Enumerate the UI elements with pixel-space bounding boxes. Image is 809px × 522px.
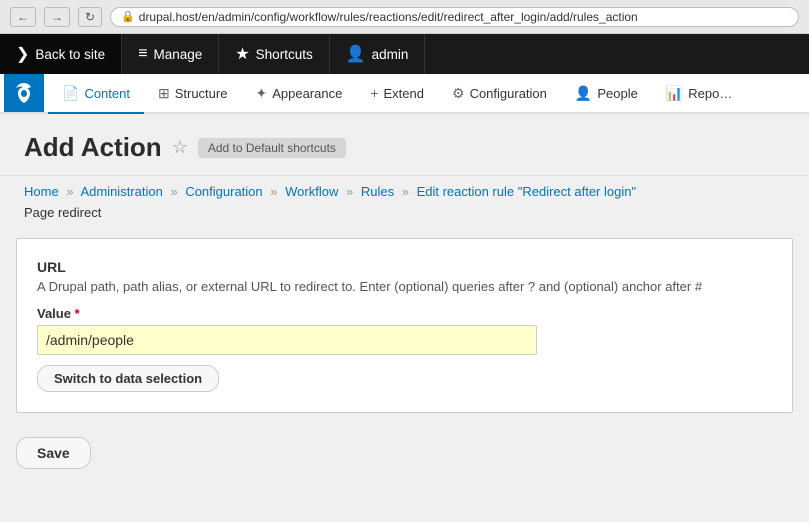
- breadcrumb-edit-rule[interactable]: Edit reaction rule "Redirect after login…: [417, 184, 637, 199]
- user-icon: 👤: [346, 44, 366, 64]
- nav-content[interactable]: 📄 Content: [48, 74, 144, 114]
- sep3: »: [270, 184, 277, 199]
- admin-label: admin: [372, 47, 409, 62]
- url-field-description: A Drupal path, path alias, or external U…: [37, 279, 772, 294]
- sep5: »: [402, 184, 409, 199]
- nav-configuration[interactable]: ⚙ Configuration: [438, 74, 561, 114]
- menu-icon: ≡: [138, 45, 147, 63]
- browser-chrome: ← → ↻ 🔒 drupal.host/en/admin/config/work…: [0, 0, 809, 34]
- sep2: »: [170, 184, 177, 199]
- admin-toolbar: ❯ Back to site ≡ Manage ★ Shortcuts 👤 ad…: [0, 34, 809, 74]
- people-icon: 👤: [575, 85, 592, 102]
- breadcrumb-workflow[interactable]: Workflow: [285, 184, 338, 199]
- structure-icon: ⊞: [158, 85, 170, 102]
- nav-people-label: People: [597, 86, 637, 101]
- value-label: Value *: [37, 306, 772, 321]
- admin-user-button[interactable]: 👤 admin: [330, 34, 426, 74]
- lock-icon: 🔒: [121, 10, 135, 23]
- back-button[interactable]: ←: [10, 7, 36, 27]
- nav-people[interactable]: 👤 People: [561, 74, 652, 114]
- star-toolbar-icon: ★: [235, 44, 249, 64]
- shortcuts-button[interactable]: ★ Shortcuts: [219, 34, 329, 74]
- save-area: Save: [0, 433, 809, 489]
- nav-appearance[interactable]: ✦ Appearance: [241, 74, 356, 114]
- breadcrumb-administration[interactable]: Administration: [80, 184, 162, 199]
- required-star: *: [75, 306, 80, 321]
- page-title: Add Action: [24, 132, 162, 163]
- url-field-label: URL: [37, 259, 772, 275]
- nav-extend-label: Extend: [384, 86, 424, 101]
- back-to-site-label: Back to site: [35, 47, 105, 62]
- manage-button[interactable]: ≡ Manage: [122, 34, 219, 74]
- favorite-icon[interactable]: ☆: [172, 137, 188, 158]
- reports-icon: 📊: [666, 85, 683, 102]
- nav-structure-label: Structure: [175, 86, 228, 101]
- breadcrumb-rules[interactable]: Rules: [361, 184, 394, 199]
- refresh-button[interactable]: ↻: [78, 7, 102, 27]
- url-text: drupal.host/en/admin/config/workflow/rul…: [139, 10, 638, 24]
- drupal-logo-svg: [12, 81, 36, 105]
- sep4: »: [346, 184, 353, 199]
- nav-config-label: Configuration: [470, 86, 547, 101]
- form-card: URL A Drupal path, path alias, or extern…: [16, 238, 793, 413]
- save-button[interactable]: Save: [16, 437, 91, 469]
- breadcrumb-home[interactable]: Home: [24, 184, 59, 199]
- url-value-input[interactable]: [37, 325, 537, 355]
- nav-reports-label: Repo…: [688, 86, 732, 101]
- nav-content-label: Content: [84, 86, 130, 101]
- breadcrumb-configuration[interactable]: Configuration: [185, 184, 262, 199]
- sep1: »: [66, 184, 73, 199]
- nav-structure[interactable]: ⊞ Structure: [144, 74, 241, 114]
- manage-label: Manage: [154, 47, 203, 62]
- page-content: Add Action ☆ Add to Default shortcuts Ho…: [0, 114, 809, 489]
- back-to-site-button[interactable]: ❯ Back to site: [0, 34, 122, 74]
- page-title-bar: Add Action ☆ Add to Default shortcuts: [0, 114, 809, 176]
- drupal-icon: ❯: [16, 44, 29, 64]
- nav-extend[interactable]: + Extend: [356, 74, 438, 114]
- config-icon: ⚙: [452, 85, 465, 102]
- content-icon: 📄: [62, 85, 79, 102]
- page-redirect-label: Page redirect: [0, 203, 809, 230]
- breadcrumb: Home » Administration » Configuration » …: [24, 184, 785, 199]
- url-bar[interactable]: 🔒 drupal.host/en/admin/config/workflow/r…: [110, 7, 799, 27]
- secondary-nav: 📄 Content ⊞ Structure ✦ Appearance + Ext…: [0, 74, 809, 114]
- nav-appearance-label: Appearance: [272, 86, 342, 101]
- switch-to-data-selection-button[interactable]: Switch to data selection: [37, 365, 219, 392]
- nav-reports[interactable]: 📊 Repo…: [652, 74, 747, 114]
- appearance-icon: ✦: [255, 85, 267, 102]
- extend-icon: +: [370, 85, 378, 101]
- add-shortcut-button[interactable]: Add to Default shortcuts: [198, 138, 346, 158]
- shortcuts-label: Shortcuts: [256, 47, 313, 62]
- forward-button[interactable]: →: [44, 7, 70, 27]
- drupal-logo[interactable]: [4, 74, 44, 112]
- breadcrumb-area: Home » Administration » Configuration » …: [0, 176, 809, 203]
